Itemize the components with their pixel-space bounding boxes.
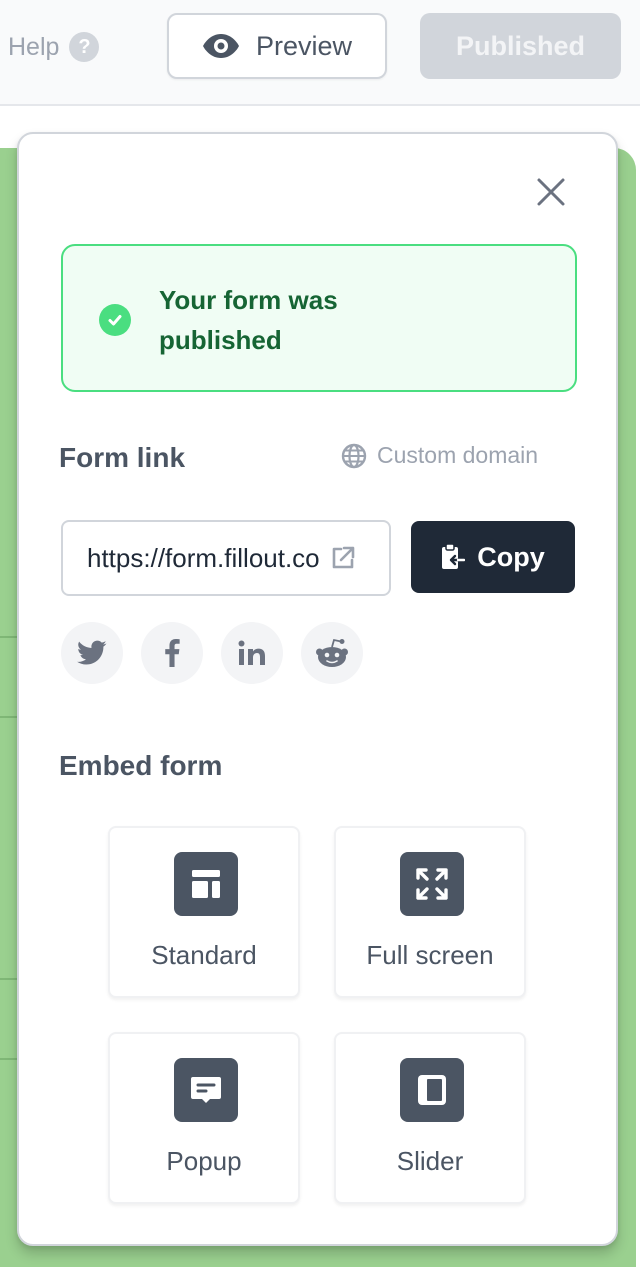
preview-label: Preview — [255, 30, 353, 61]
embed-option-full-screen[interactable]: Full screen — [334, 826, 526, 998]
reddit-icon — [316, 638, 348, 667]
copy-button[interactable]: Copy — [411, 521, 575, 593]
globe-icon — [341, 443, 367, 468]
embed-option-standard[interactable]: Standard — [108, 826, 300, 998]
layout-icon — [174, 852, 238, 916]
close-icon — [537, 178, 565, 206]
share-reddit-button[interactable] — [301, 622, 363, 684]
close-button[interactable] — [531, 172, 571, 212]
share-linkedin-button[interactable] — [221, 622, 283, 684]
custom-domain-label: Custom domain — [377, 442, 539, 468]
question-circle-icon: ? — [69, 32, 100, 62]
embed-form-title: Embed form — [59, 750, 223, 781]
external-link-icon[interactable] — [329, 544, 357, 572]
share-buttons — [61, 622, 363, 684]
top-bar: Help ? Preview Published — [0, 0, 640, 106]
published-button[interactable]: Published — [420, 13, 621, 79]
published-label: Published — [455, 30, 585, 61]
form-link-input[interactable]: https://form.fillout.com — [61, 520, 391, 596]
share-facebook-button[interactable] — [141, 622, 203, 684]
expand-icon — [400, 852, 464, 916]
success-message: Your form was published — [159, 285, 338, 355]
help-link[interactable]: Help ? — [8, 30, 100, 64]
success-banner: Your form was published — [61, 244, 577, 392]
embed-option-label: Slider — [396, 1146, 464, 1176]
clipboard-icon — [442, 543, 466, 569]
embed-option-slider[interactable]: Slider — [334, 1032, 526, 1204]
publish-modal: Your form was published Form link Custom… — [17, 132, 618, 1246]
check-circle-icon — [99, 304, 131, 336]
custom-domain-link[interactable]: Custom domain — [341, 442, 538, 469]
chat-popup-icon — [174, 1058, 238, 1122]
help-label: Help — [8, 32, 60, 61]
linkedin-icon — [238, 640, 265, 665]
embed-option-label: Popup — [166, 1146, 242, 1176]
twitter-icon — [77, 640, 107, 665]
eye-icon — [202, 34, 239, 58]
facebook-icon — [165, 639, 180, 667]
form-link-url: https://form.fillout.com — [87, 542, 321, 573]
form-link-title: Form link — [59, 442, 186, 473]
copy-label: Copy — [477, 541, 545, 572]
share-twitter-button[interactable] — [61, 622, 123, 684]
embed-option-label: Full screen — [366, 940, 494, 970]
preview-button[interactable]: Preview — [167, 13, 387, 79]
embed-option-label: Standard — [151, 940, 257, 970]
embed-option-popup[interactable]: Popup — [108, 1032, 300, 1204]
side-panel-icon — [400, 1058, 464, 1122]
